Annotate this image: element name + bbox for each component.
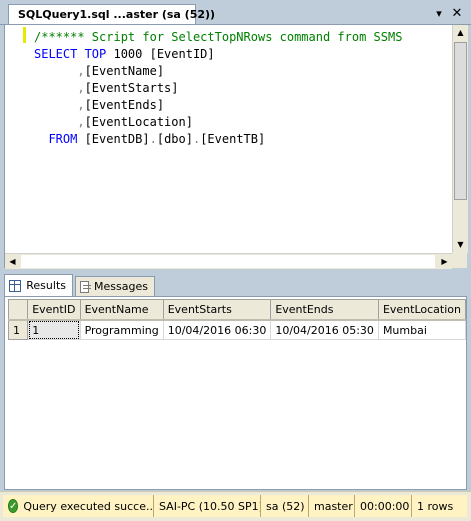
- document-tab-strip: SQLQuery1.sql ...aster (sa (52)) ▾ ✕: [0, 0, 471, 25]
- code-line[interactable]: ,[EventEnds]: [34, 97, 164, 114]
- row-header-corner[interactable]: [7, 299, 29, 321]
- scroll-thumb-horizontal[interactable]: [21, 255, 435, 268]
- table-cell[interactable]: Programming: [79, 319, 164, 340]
- code-token: [dbo]: [156, 132, 193, 146]
- messages-icon: [80, 280, 92, 293]
- table-cell[interactable]: 10/04/2016 05:30: [270, 319, 379, 340]
- code-token: SELECT: [34, 47, 85, 61]
- column-header[interactable]: EventLocation: [377, 299, 467, 321]
- tab-results[interactable]: Results: [4, 274, 73, 296]
- code-token: [EventEnds]: [84, 98, 165, 112]
- results-grid: EventID EventName EventStarts EventEnds Even…: [7, 299, 467, 340]
- horizontal-scrollbar[interactable]: ◀ ▶: [5, 253, 452, 269]
- tab-results-label: Results: [26, 279, 66, 292]
- scroll-thumb[interactable]: [454, 42, 467, 200]
- status-bar: ✓ Query executed succe... SAI-PC (10.50 …: [0, 491, 471, 521]
- status-rows: 1 rows: [412, 495, 467, 517]
- table-row[interactable]: 1 1 Programming 10/04/2016 06:30 10/04/2016 …: [7, 319, 467, 340]
- status-message-text: Query executed succe...: [23, 499, 154, 513]
- status-elapsed-text: 00:00:00: [360, 499, 410, 513]
- scroll-down-icon[interactable]: ▼: [453, 237, 468, 252]
- results-pane: EventID EventName EventStarts EventEnds Even…: [4, 296, 467, 490]
- code-token: .: [149, 132, 157, 146]
- grid-icon: [9, 279, 22, 292]
- vertical-scrollbar[interactable]: ▲ ▼: [452, 25, 468, 253]
- code-area[interactable]: /****** Script for SelectTopNRows comman…: [5, 27, 445, 253]
- status-server-text: SAI-PC (10.50 SP1): [159, 499, 261, 513]
- code-token: [EventStarts]: [84, 81, 179, 95]
- status-database-text: master: [314, 499, 353, 513]
- success-check-icon: ✓: [8, 499, 19, 513]
- row-number[interactable]: 1: [7, 319, 29, 340]
- scroll-up-icon[interactable]: ▲: [453, 25, 468, 40]
- column-header[interactable]: EventEnds: [270, 299, 379, 321]
- code-line[interactable]: ,[EventLocation]: [34, 114, 193, 131]
- code-line[interactable]: ,[EventName]: [34, 63, 164, 80]
- code-line[interactable]: SELECT TOP 1000 [EventID]: [34, 46, 215, 63]
- column-header[interactable]: EventStarts: [162, 299, 272, 321]
- tab-query-document[interactable]: SQLQuery1.sql ...aster (sa (52)): [8, 4, 215, 24]
- code-token: [EventLocation]: [84, 115, 193, 129]
- column-header[interactable]: EventID: [27, 299, 81, 321]
- code-token: FROM: [34, 132, 85, 146]
- code-line[interactable]: /****** Script for SelectTopNRows comman…: [34, 29, 402, 46]
- code-token: ,: [34, 115, 85, 129]
- code-token: ,: [34, 64, 85, 78]
- status-user: sa (52): [261, 495, 309, 517]
- scroll-left-icon[interactable]: ◀: [5, 254, 20, 269]
- status-database: master: [309, 495, 355, 517]
- code-line[interactable]: ,[EventStarts]: [34, 80, 179, 97]
- grid-header-row: EventID EventName EventStarts EventEnds Even…: [7, 299, 467, 321]
- code-token: [EventName]: [84, 64, 165, 78]
- status-elapsed: 00:00:00: [355, 495, 412, 517]
- tab-messages-label: Messages: [94, 280, 148, 293]
- sql-editor[interactable]: /****** Script for SelectTopNRows comman…: [4, 24, 468, 269]
- chevron-down-icon[interactable]: ▾: [432, 6, 446, 20]
- status-message: ✓ Query executed succe...: [3, 495, 154, 517]
- query-window: SQLQuery1.sql ...aster (sa (52)) ▾ ✕ /**…: [0, 0, 471, 521]
- status-user-text: sa (52): [266, 499, 305, 513]
- table-cell[interactable]: Mumbai: [377, 319, 467, 340]
- results-tab-strip: Results Messages: [4, 274, 467, 296]
- tab-messages[interactable]: Messages: [75, 276, 155, 296]
- close-icon[interactable]: ✕: [450, 6, 464, 21]
- scroll-corner: [452, 253, 467, 268]
- code-token: [EventDB]: [84, 132, 150, 146]
- code-token: ,: [34, 98, 85, 112]
- code-token: [EventTB]: [200, 132, 266, 146]
- table-cell[interactable]: 10/04/2016 06:30: [162, 319, 272, 340]
- status-rows-text: 1 rows: [417, 499, 454, 513]
- column-header[interactable]: EventName: [79, 299, 164, 321]
- code-token: 1000 [EventID]: [113, 47, 215, 61]
- code-line[interactable]: FROM [EventDB].[dbo].[EventTB]: [34, 131, 265, 148]
- code-token: TOP: [84, 47, 114, 61]
- table-cell[interactable]: 1: [27, 319, 81, 340]
- code-token: /****** Script for SelectTopNRows comman…: [34, 30, 403, 44]
- code-token: ,: [34, 81, 85, 95]
- scroll-right-icon[interactable]: ▶: [437, 254, 452, 269]
- status-server: SAI-PC (10.50 SP1): [154, 495, 261, 517]
